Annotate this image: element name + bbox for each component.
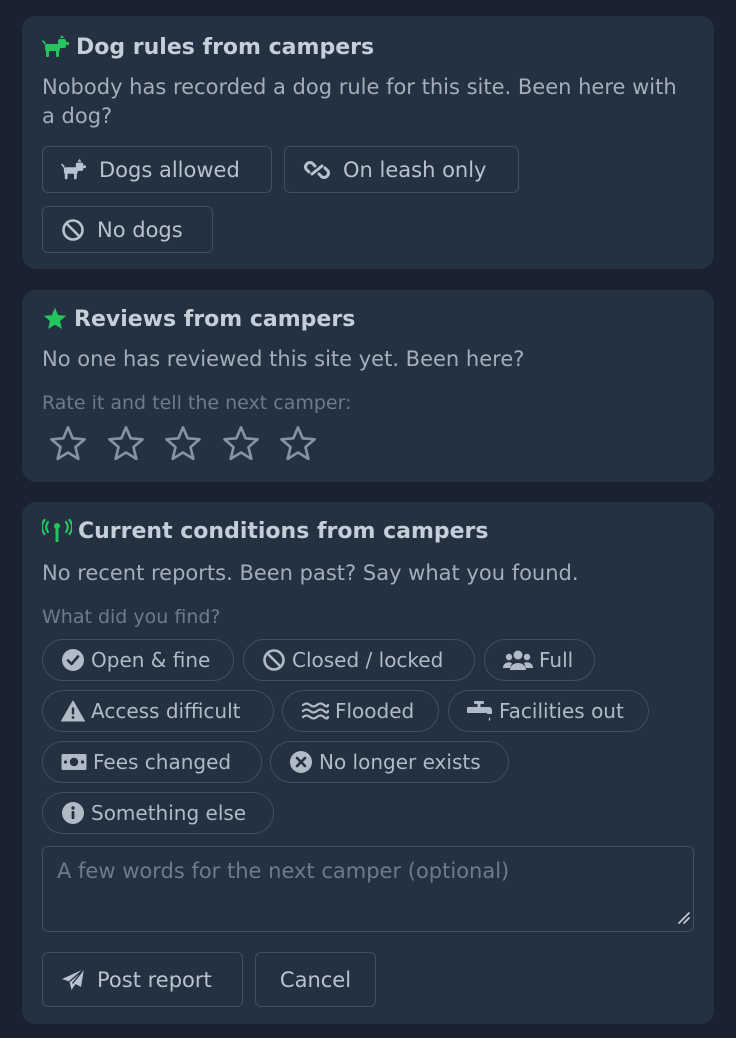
info-circle-icon bbox=[61, 801, 85, 825]
star-1-icon[interactable] bbox=[48, 424, 88, 464]
chip-full[interactable]: Full bbox=[484, 639, 595, 681]
star-rating bbox=[48, 424, 336, 464]
rating-prompt: Rate it and tell the next camper: bbox=[42, 392, 352, 414]
on-leash-label: On leash only bbox=[343, 157, 487, 182]
chip-open-fine-label: Open & fine bbox=[91, 648, 211, 672]
ban-icon bbox=[262, 648, 286, 672]
check-circle-icon bbox=[61, 648, 85, 672]
dog-rules-title: Dog rules from campers bbox=[42, 34, 374, 60]
note-field-wrapper bbox=[42, 846, 694, 932]
dogs-allowed-label: Dogs allowed bbox=[99, 157, 240, 182]
ban-icon bbox=[61, 218, 85, 242]
no-dogs-button[interactable]: No dogs bbox=[42, 206, 213, 253]
link-icon bbox=[303, 159, 331, 181]
dogs-allowed-button[interactable]: Dogs allowed bbox=[42, 146, 272, 193]
conditions-title: Current conditions from campers bbox=[42, 518, 489, 544]
post-report-button[interactable]: Post report bbox=[42, 952, 243, 1007]
dog-rules-card: Dog rules from campers Nobody has record… bbox=[22, 16, 714, 269]
chip-no-longer-exists-label: No longer exists bbox=[319, 750, 481, 774]
chip-flooded-label: Flooded bbox=[335, 699, 415, 723]
chip-open-fine[interactable]: Open & fine bbox=[42, 639, 234, 681]
paper-plane-icon bbox=[61, 967, 85, 992]
resize-handle-icon[interactable] bbox=[676, 909, 690, 928]
broadcast-tower-icon bbox=[42, 518, 72, 544]
note-textarea[interactable] bbox=[43, 847, 693, 931]
chip-facilities-out[interactable]: Facilities out bbox=[448, 690, 649, 732]
money-icon bbox=[61, 752, 87, 772]
cancel-button[interactable]: Cancel bbox=[255, 952, 376, 1007]
star-3-icon[interactable] bbox=[163, 424, 203, 464]
reviews-title: Reviews from campers bbox=[42, 306, 355, 332]
reviews-card: Reviews from campers No one has reviewed… bbox=[22, 290, 714, 482]
conditions-body: No recent reports. Been past? Say what y… bbox=[42, 561, 579, 585]
chip-something-else-label: Something else bbox=[91, 801, 247, 825]
chip-fees-changed-label: Fees changed bbox=[93, 750, 232, 774]
post-report-label: Post report bbox=[97, 967, 212, 992]
dog-icon bbox=[61, 158, 87, 182]
dog-rules-body: Nobody has recorded a dog rule for this … bbox=[42, 75, 677, 128]
chip-no-longer-exists[interactable]: No longer exists bbox=[270, 741, 509, 783]
conditions-title-text: Current conditions from campers bbox=[78, 518, 489, 544]
chip-closed-locked-label: Closed / locked bbox=[292, 648, 444, 672]
chip-full-label: Full bbox=[539, 648, 574, 672]
warning-icon bbox=[61, 700, 85, 722]
chip-closed-locked[interactable]: Closed / locked bbox=[243, 639, 475, 681]
chip-something-else[interactable]: Something else bbox=[42, 792, 274, 834]
users-icon bbox=[503, 649, 533, 671]
star-icon bbox=[42, 306, 68, 332]
reviews-body: No one has reviewed this site yet. Been … bbox=[42, 347, 525, 371]
chip-access-difficult-label: Access difficult bbox=[91, 699, 241, 723]
dog-icon bbox=[42, 34, 70, 60]
water-icon bbox=[301, 701, 329, 721]
x-circle-icon bbox=[289, 750, 313, 774]
conditions-prompt: What did you find? bbox=[42, 606, 221, 628]
chip-fees-changed[interactable]: Fees changed bbox=[42, 741, 262, 783]
star-4-icon[interactable] bbox=[221, 424, 261, 464]
star-5-icon[interactable] bbox=[278, 424, 318, 464]
chip-access-difficult[interactable]: Access difficult bbox=[42, 690, 274, 732]
chip-flooded[interactable]: Flooded bbox=[282, 690, 439, 732]
no-dogs-label: No dogs bbox=[97, 217, 183, 242]
star-2-icon[interactable] bbox=[106, 424, 146, 464]
cancel-label: Cancel bbox=[279, 967, 352, 992]
chip-facilities-out-label: Facilities out bbox=[499, 699, 624, 723]
conditions-card: Current conditions from campers No recen… bbox=[22, 502, 714, 1024]
dog-rules-title-text: Dog rules from campers bbox=[76, 34, 375, 60]
reviews-title-text: Reviews from campers bbox=[74, 306, 356, 332]
faucet-icon bbox=[467, 699, 493, 723]
on-leash-button[interactable]: On leash only bbox=[284, 146, 519, 193]
